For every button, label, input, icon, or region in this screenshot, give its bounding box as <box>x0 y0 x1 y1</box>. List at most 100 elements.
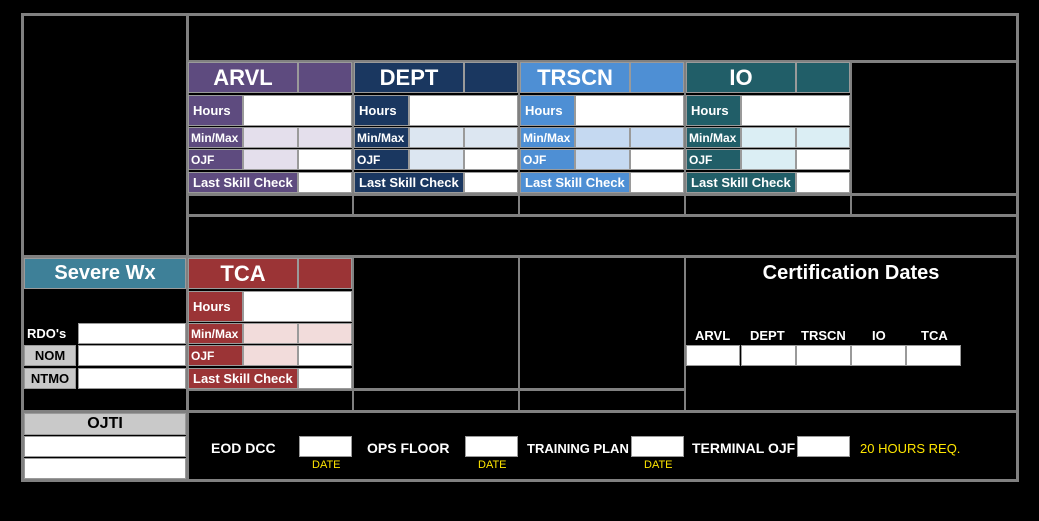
last-skill-field-tca[interactable] <box>298 368 352 389</box>
ojf-extra-field-trscn[interactable] <box>630 149 684 170</box>
ops-floor-label: OPS FLOOR <box>367 440 450 456</box>
cert-col-trscn: TRSCN <box>801 328 846 343</box>
grid-line <box>186 193 1019 196</box>
hours-field-arvl[interactable] <box>243 95 352 126</box>
hours-field-trscn[interactable] <box>575 95 684 126</box>
min-field-tca[interactable] <box>243 323 298 344</box>
cert-date-trscn[interactable] <box>796 345 851 366</box>
grid-line <box>850 60 852 216</box>
grid-line <box>21 479 1019 482</box>
eod-dcc-date-label: DATE <box>312 459 341 471</box>
ojf-extra-field-io[interactable] <box>796 149 850 170</box>
hours-field-tca[interactable] <box>243 291 352 322</box>
ojf-label-dept: OJF <box>354 149 409 170</box>
ojf-extra-field-arvl[interactable] <box>298 149 352 170</box>
training-plan-date-label: DATE <box>644 459 673 471</box>
position-title-dept: DEPT <box>354 62 464 93</box>
rdos-field[interactable] <box>78 323 186 344</box>
ops-floor-date-label: DATE <box>478 459 507 471</box>
nom-label: NOM <box>24 345 76 366</box>
last-skill-field-arvl[interactable] <box>298 172 352 193</box>
hours-label-dept: Hours <box>354 95 409 126</box>
cert-date-io[interactable] <box>851 345 906 366</box>
position-title-extra-dept <box>464 62 518 93</box>
ojf-field-arvl[interactable] <box>243 149 298 170</box>
min-field-arvl[interactable] <box>243 127 298 148</box>
ojti-field-1[interactable] <box>24 436 186 457</box>
grid-line <box>518 255 520 412</box>
ojf-field-trscn[interactable] <box>575 149 630 170</box>
hours-field-io[interactable] <box>741 95 850 126</box>
cert-col-arvl: ARVL <box>695 328 731 343</box>
ojf-label-trscn: OJF <box>520 149 575 170</box>
last-skill-field-trscn[interactable] <box>630 172 684 193</box>
training-plan-field[interactable] <box>631 436 684 457</box>
minmax-label-dept: Min/Max <box>354 127 409 148</box>
min-field-io[interactable] <box>741 127 796 148</box>
hours-label-tca: Hours <box>188 291 243 322</box>
cert-date-tca[interactable] <box>906 345 961 366</box>
position-title-extra-io <box>796 62 850 93</box>
ojf-field-dept[interactable] <box>409 149 464 170</box>
ntmo-field[interactable] <box>78 368 186 389</box>
last-skill-field-dept[interactable] <box>464 172 518 193</box>
ojf-field-io[interactable] <box>741 149 796 170</box>
grid-line <box>186 214 1019 217</box>
ops-floor-field[interactable] <box>465 436 518 457</box>
last-skill-label-arvl: Last Skill Check <box>188 172 298 193</box>
max-field-io[interactable] <box>796 127 850 148</box>
last-skill-field-io[interactable] <box>796 172 850 193</box>
ojf-label-io: OJF <box>686 149 741 170</box>
hours-req-note: 20 HOURS REQ. <box>860 441 961 456</box>
terminal-ojf-field[interactable] <box>797 436 850 457</box>
ntmo-label: NTMO <box>24 368 76 389</box>
ojti-field-2[interactable] <box>24 458 186 479</box>
ojf-field-tca[interactable] <box>243 345 298 366</box>
position-title-trscn: TRSCN <box>520 62 630 93</box>
cert-date-arvl[interactable] <box>686 345 740 366</box>
grid-line <box>21 13 1019 16</box>
max-field-dept[interactable] <box>464 127 518 148</box>
eod-dcc-field[interactable] <box>299 436 352 457</box>
ojf-extra-field-tca[interactable] <box>298 345 352 366</box>
certification-title: Certification Dates <box>762 262 940 284</box>
max-field-arvl[interactable] <box>298 127 352 148</box>
position-title-extra-trscn <box>630 62 684 93</box>
position-title-io: IO <box>686 62 796 93</box>
ojf-label-tca: OJF <box>188 345 243 366</box>
last-skill-label-trscn: Last Skill Check <box>520 172 630 193</box>
last-skill-label-dept: Last Skill Check <box>354 172 464 193</box>
max-field-tca[interactable] <box>298 323 352 344</box>
min-field-dept[interactable] <box>409 127 464 148</box>
ojti-title: OJTI <box>24 413 186 435</box>
cert-col-io: IO <box>872 328 886 343</box>
ojf-label-arvl: OJF <box>188 149 243 170</box>
minmax-label-io: Min/Max <box>686 127 741 148</box>
nom-field[interactable] <box>78 345 186 366</box>
position-title-extra-tca <box>298 258 352 289</box>
last-skill-label-io: Last Skill Check <box>686 172 796 193</box>
hours-field-dept[interactable] <box>409 95 518 126</box>
severe-wx-title: Severe Wx <box>24 258 186 289</box>
hours-label-arvl: Hours <box>188 95 243 126</box>
minmax-label-arvl: Min/Max <box>188 127 243 148</box>
cert-col-tca: TCA <box>921 328 948 343</box>
cert-col-dept: DEPT <box>750 328 785 343</box>
cert-date-dept[interactable] <box>741 345 796 366</box>
rdos-label: RDO's <box>27 326 67 341</box>
training-plan-label: TRAINING PLAN <box>527 441 629 456</box>
hours-label-io: Hours <box>686 95 741 126</box>
eod-dcc-label: EOD DCC <box>211 440 276 456</box>
max-field-trscn[interactable] <box>630 127 684 148</box>
position-title-tca: TCA <box>188 258 298 289</box>
hours-label-trscn: Hours <box>520 95 575 126</box>
position-title-arvl: ARVL <box>188 62 298 93</box>
min-field-trscn[interactable] <box>575 127 630 148</box>
ojf-extra-field-dept[interactable] <box>464 149 518 170</box>
terminal-ojf-label: TERMINAL OJF <box>692 440 796 456</box>
last-skill-label-tca: Last Skill Check <box>188 368 298 389</box>
position-title-extra-arvl <box>298 62 352 93</box>
minmax-label-trscn: Min/Max <box>520 127 575 148</box>
minmax-label-tca: Min/Max <box>188 323 243 344</box>
grid-line <box>352 255 354 412</box>
